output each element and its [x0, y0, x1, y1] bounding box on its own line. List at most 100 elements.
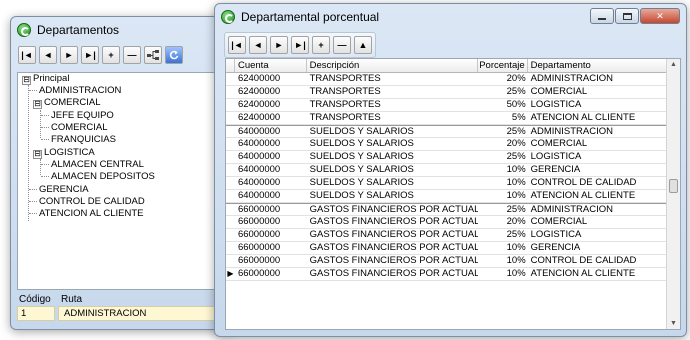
tree-node-comercial-child[interactable]: COMERCIAL [51, 122, 107, 134]
cell-descripcion[interactable]: GASTOS FINANCIEROS POR ACTUALI [307, 268, 478, 280]
last-record-button[interactable]: ►| [81, 46, 99, 64]
table-row[interactable]: 64000000 SUELDOS Y SALARIOS 20% COMERCIAL [226, 138, 667, 151]
minimize-button[interactable] [590, 8, 614, 24]
cell-departamento[interactable]: LOGISTICA [528, 99, 667, 111]
departamentos-titlebar[interactable]: Departamentos [11, 17, 235, 42]
cell-cuenta[interactable]: 64000000 [235, 138, 307, 150]
scroll-down-arrow[interactable]: ▼ [667, 320, 680, 327]
table-row[interactable]: 62400000 TRANSPORTES 5% ATENCION AL CLIENTE [226, 112, 667, 125]
cell-porcentaje[interactable]: 25% [478, 151, 528, 163]
tree-node-comercial[interactable]: ⊟ COMERCIAL [33, 97, 100, 109]
cell-descripcion[interactable]: TRANSPORTES [307, 86, 478, 98]
column-header-departamento[interactable]: Departamento [528, 59, 667, 72]
cell-descripcion[interactable]: SUELDOS Y SALARIOS [307, 190, 478, 202]
cell-cuenta[interactable]: 66000000 [235, 229, 307, 241]
cell-departamento[interactable]: ADMINISTRACION [528, 73, 667, 85]
cell-departamento[interactable]: GERENCIA [528, 242, 667, 254]
cell-porcentaje[interactable]: 20% [478, 138, 528, 150]
row-indicator[interactable] [226, 151, 235, 163]
cell-descripcion[interactable]: SUELDOS Y SALARIOS [307, 164, 478, 176]
cell-porcentaje[interactable]: 25% [478, 204, 528, 215]
row-indicator[interactable] [226, 126, 235, 137]
cell-porcentaje[interactable]: 25% [478, 229, 528, 241]
column-header-cuenta[interactable]: Cuenta [235, 59, 307, 72]
row-indicator[interactable] [226, 204, 235, 215]
tree-structure-button[interactable] [144, 46, 162, 64]
row-indicator[interactable] [226, 138, 235, 150]
cell-cuenta[interactable]: 64000000 [235, 177, 307, 189]
delete-record-button[interactable]: — [123, 46, 141, 64]
insert-record-button[interactable]: + [102, 46, 120, 64]
cell-departamento[interactable]: ATENCION AL CLIENTE [528, 268, 667, 280]
prior-record-button[interactable]: ◄ [39, 46, 57, 64]
ruta-field[interactable]: ADMINISTRACION [58, 306, 230, 321]
cell-porcentaje[interactable]: 20% [478, 73, 528, 85]
cell-descripcion[interactable]: SUELDOS Y SALARIOS [307, 126, 478, 137]
cell-cuenta[interactable]: 62400000 [235, 99, 307, 111]
table-row[interactable]: 66000000 GASTOS FINANCIEROS POR ACTUALI 10… [226, 242, 667, 255]
first-record-button[interactable]: |◄ [18, 46, 36, 64]
row-indicator[interactable] [226, 99, 235, 111]
row-indicator[interactable] [226, 86, 235, 98]
table-row[interactable]: 64000000 SUELDOS Y SALARIOS 10% CONTROL DE … [226, 177, 667, 190]
tree-node-administracion[interactable]: ADMINISTRACION [39, 85, 121, 97]
row-indicator[interactable] [226, 164, 235, 176]
row-indicator[interactable] [226, 216, 235, 228]
cell-cuenta[interactable]: 64000000 [235, 151, 307, 163]
cell-descripcion[interactable]: GASTOS FINANCIEROS POR ACTUALI [307, 229, 478, 241]
table-row[interactable]: 66000000 GASTOS FINANCIEROS POR ACTUALI 10… [226, 255, 667, 268]
cell-descripcion[interactable]: GASTOS FINANCIEROS POR ACTUALI [307, 216, 478, 228]
tree-node-gerencia[interactable]: GERENCIA [39, 184, 89, 196]
collapse-icon[interactable]: ⊟ [33, 150, 42, 159]
delete-record-button[interactable]: — [333, 36, 351, 54]
table-row[interactable]: 62400000 TRANSPORTES 20% ADMINISTRACION [226, 73, 667, 86]
cell-cuenta[interactable]: 64000000 [235, 126, 307, 137]
tree-node-atencion-cliente[interactable]: ATENCION AL CLIENTE [39, 208, 144, 220]
tree-node-almacen-central[interactable]: ALMACEN CENTRAL [51, 159, 144, 171]
tree-node-almacen-depositos[interactable]: ALMACEN DEPOSITOS [51, 171, 155, 183]
cell-cuenta[interactable]: 66000000 [235, 204, 307, 215]
cell-descripcion[interactable]: TRANSPORTES [307, 99, 478, 111]
maximize-button[interactable] [615, 8, 639, 24]
cell-descripcion[interactable]: SUELDOS Y SALARIOS [307, 138, 478, 150]
codigo-field[interactable]: 1 [17, 306, 55, 321]
table-row[interactable]: 66000000 GASTOS FINANCIEROS POR ACTUALI 25… [226, 229, 667, 242]
cell-cuenta[interactable]: 66000000 [235, 255, 307, 267]
cell-cuenta[interactable]: 64000000 [235, 164, 307, 176]
row-indicator[interactable] [226, 242, 235, 254]
row-indicator[interactable] [226, 255, 235, 267]
table-row[interactable]: 62400000 TRANSPORTES 25% COMERCIAL [226, 86, 667, 99]
cell-descripcion[interactable]: TRANSPORTES [307, 73, 478, 85]
cell-porcentaje[interactable]: 10% [478, 164, 528, 176]
next-record-button[interactable]: ► [270, 36, 288, 54]
table-row[interactable]: 64000000 SUELDOS Y SALARIOS 25% LOGISTICA [226, 151, 667, 164]
cell-departamento[interactable]: ADMINISTRACION [528, 126, 667, 137]
cell-departamento[interactable]: CONTROL DE CALIDAD [528, 255, 667, 267]
cell-cuenta[interactable]: 64000000 [235, 190, 307, 202]
cell-porcentaje[interactable]: 25% [478, 86, 528, 98]
cell-descripcion[interactable]: GASTOS FINANCIEROS POR ACTUALI [307, 204, 478, 215]
cell-descripcion[interactable]: GASTOS FINANCIEROS POR ACTUALI [307, 255, 478, 267]
collapse-icon[interactable]: ⊟ [33, 100, 42, 109]
cell-cuenta[interactable]: 66000000 [235, 216, 307, 228]
tree-node-jefe-equipo[interactable]: JEFE EQUIPO [51, 110, 114, 122]
last-record-button[interactable]: ►| [291, 36, 309, 54]
row-indicator[interactable] [226, 229, 235, 241]
cell-departamento[interactable]: ATENCION AL CLIENTE [528, 112, 667, 124]
cell-cuenta[interactable]: 66000000 [235, 242, 307, 254]
cell-porcentaje[interactable]: 5% [478, 112, 528, 124]
table-row[interactable]: 66000000 GASTOS FINANCIEROS POR ACTUALI 20… [226, 216, 667, 229]
post-record-button[interactable]: ▲ [354, 36, 372, 54]
row-indicator[interactable]: ▶ [226, 268, 235, 280]
scroll-thumb[interactable] [669, 179, 678, 193]
cell-departamento[interactable]: COMERCIAL [528, 138, 667, 150]
row-indicator[interactable] [226, 190, 235, 202]
table-row[interactable]: 64000000 SUELDOS Y SALARIOS 10% ATENCION AL… [226, 190, 667, 203]
tree-node-logistica[interactable]: ⊟ LOGISTICA [33, 147, 95, 159]
cell-descripcion[interactable]: SUELDOS Y SALARIOS [307, 151, 478, 163]
cell-descripcion[interactable]: GASTOS FINANCIEROS POR ACTUALI [307, 242, 478, 254]
cell-descripcion[interactable]: TRANSPORTES [307, 112, 478, 124]
cell-porcentaje[interactable]: 10% [478, 255, 528, 267]
cell-porcentaje[interactable]: 10% [478, 242, 528, 254]
refresh-button[interactable] [165, 46, 183, 64]
